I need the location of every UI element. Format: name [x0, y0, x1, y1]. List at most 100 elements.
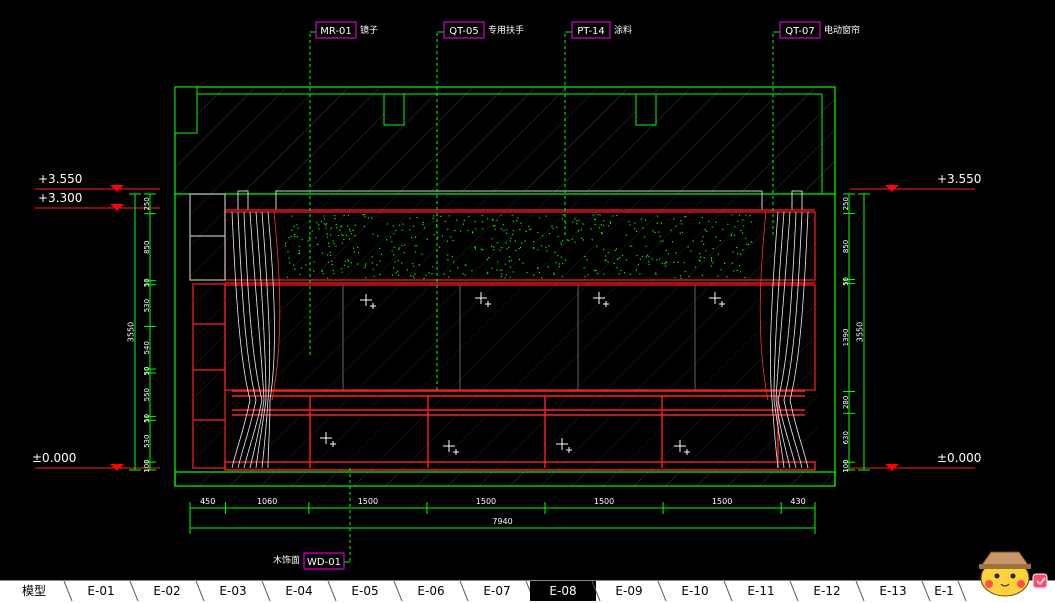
paint-speckle [644, 219, 647, 221]
paint-speckle [500, 228, 502, 230]
layout-tab-E-05[interactable]: E-05 [332, 581, 403, 601]
paint-speckle [371, 256, 373, 258]
paint-speckle [298, 250, 301, 252]
paint-speckle [326, 233, 328, 235]
paint-speckle [551, 225, 553, 227]
paint-speckle [659, 258, 661, 260]
callout-qt07[interactable]: QT-07 电动窗帘 [773, 21, 860, 39]
paint-speckle [672, 241, 674, 243]
cad-elevation-drawing[interactable]: MR-01 镜子 QT-05 专用扶手 PT-14 涂料 QT-07 电动窗帘 … [0, 0, 1055, 580]
paint-speckle [665, 261, 667, 263]
paint-speckle [681, 231, 683, 234]
layout-tab-E-12[interactable]: E-12 [794, 581, 865, 601]
paint-speckle [541, 277, 543, 279]
layout-tab-E-04[interactable]: E-04 [266, 581, 337, 601]
paint-speckle [629, 224, 631, 226]
paint-speckle [457, 267, 459, 269]
paint-speckle [447, 228, 449, 231]
level-marker-right-top: +3.550 [850, 172, 981, 192]
paint-speckle [737, 220, 739, 222]
paint-speckle [325, 223, 328, 225]
paint-speckle [480, 248, 483, 250]
paint-speckle [344, 260, 347, 262]
paint-speckle [635, 269, 638, 271]
paint-speckle [353, 251, 356, 253]
paint-speckle [321, 270, 323, 272]
paint-speckle [379, 273, 381, 276]
paint-speckle [688, 275, 690, 278]
callout-pt14[interactable]: PT-14 涂料 [565, 21, 632, 39]
layout-tab-label: E-01 [87, 584, 115, 598]
paint-speckle [474, 246, 476, 248]
paint-speckle [331, 263, 333, 266]
layout-tab-label: E-10 [681, 584, 709, 598]
paint-speckle [365, 277, 367, 279]
paint-speckle [607, 252, 609, 254]
mascot-avatar [979, 551, 1048, 597]
layout-tab-E-11[interactable]: E-11 [728, 581, 799, 601]
paint-speckle [496, 219, 498, 221]
paint-speckle [386, 223, 389, 225]
paint-speckle [680, 277, 682, 279]
layout-tab-E-01[interactable]: E-01 [68, 581, 139, 601]
paint-speckle [481, 214, 483, 216]
dimension-chain-left: 250 850 50 530 540 50 550 50 530 100 3550 [127, 193, 156, 473]
paint-speckle [294, 233, 296, 236]
paint-speckle [656, 259, 658, 261]
paint-speckle [715, 236, 717, 238]
paint-speckle [537, 249, 539, 251]
callout-note: 涂料 [614, 24, 632, 36]
paint-speckle [712, 247, 714, 250]
paint-speckle [664, 263, 666, 265]
callout-mr01[interactable]: MR-01 镜子 [310, 21, 378, 39]
paint-speckle [720, 269, 722, 271]
paint-speckle [508, 260, 510, 262]
paint-speckle [301, 238, 303, 241]
paint-speckle [335, 224, 337, 226]
layout-tab-E-02[interactable]: E-02 [134, 581, 205, 601]
layout-tab-模型[interactable]: 模型 [0, 581, 73, 601]
layout-tab-E-13[interactable]: E-13 [860, 581, 931, 601]
paint-speckle [605, 255, 607, 257]
paint-speckle [328, 245, 330, 247]
layout-tab-label: E-1 [934, 584, 954, 598]
paint-speckle [654, 231, 656, 234]
dim-label: 430 [790, 497, 805, 506]
paint-speckle [655, 272, 657, 274]
paint-speckle [472, 231, 474, 233]
paint-speckle [423, 227, 426, 229]
dim-label: 50 [143, 367, 151, 376]
paint-speckle [687, 246, 689, 248]
paint-speckle [742, 249, 744, 251]
layout-tab-E-06[interactable]: E-06 [398, 581, 469, 601]
paint-speckle [657, 215, 659, 217]
paint-speckle [597, 272, 599, 275]
paint-speckle [520, 222, 522, 224]
paint-speckle [574, 241, 576, 243]
paint-speckle [545, 246, 547, 249]
paint-speckle [474, 248, 476, 250]
paint-speckle [552, 272, 555, 274]
paint-speckle [706, 230, 708, 233]
layout-tab-E-08[interactable]: E-08 [530, 581, 601, 601]
layout-tab-E-1[interactable]: E-1 [926, 581, 967, 601]
paint-speckle [431, 273, 433, 275]
paint-speckle [307, 240, 309, 242]
paint-speckle [512, 271, 514, 273]
paint-speckle [731, 262, 733, 264]
layout-tab-E-10[interactable]: E-10 [662, 581, 733, 601]
paint-speckle [291, 215, 293, 217]
paint-speckle [584, 255, 586, 258]
layout-tab-E-09[interactable]: E-09 [596, 581, 667, 601]
callout-qt05[interactable]: QT-05 专用扶手 [437, 21, 524, 39]
paint-speckle [639, 273, 641, 275]
layout-tab-E-07[interactable]: E-07 [464, 581, 535, 601]
layout-tab-E-03[interactable]: E-03 [200, 581, 271, 601]
paint-speckle [439, 246, 441, 248]
paint-speckle [547, 266, 549, 268]
paint-speckle [533, 274, 535, 276]
callout-code: PT-14 [577, 26, 605, 37]
paint-speckle [372, 268, 374, 270]
paint-speckle [677, 261, 679, 264]
callout-wd01[interactable]: WD-01 木饰面 [273, 552, 350, 570]
